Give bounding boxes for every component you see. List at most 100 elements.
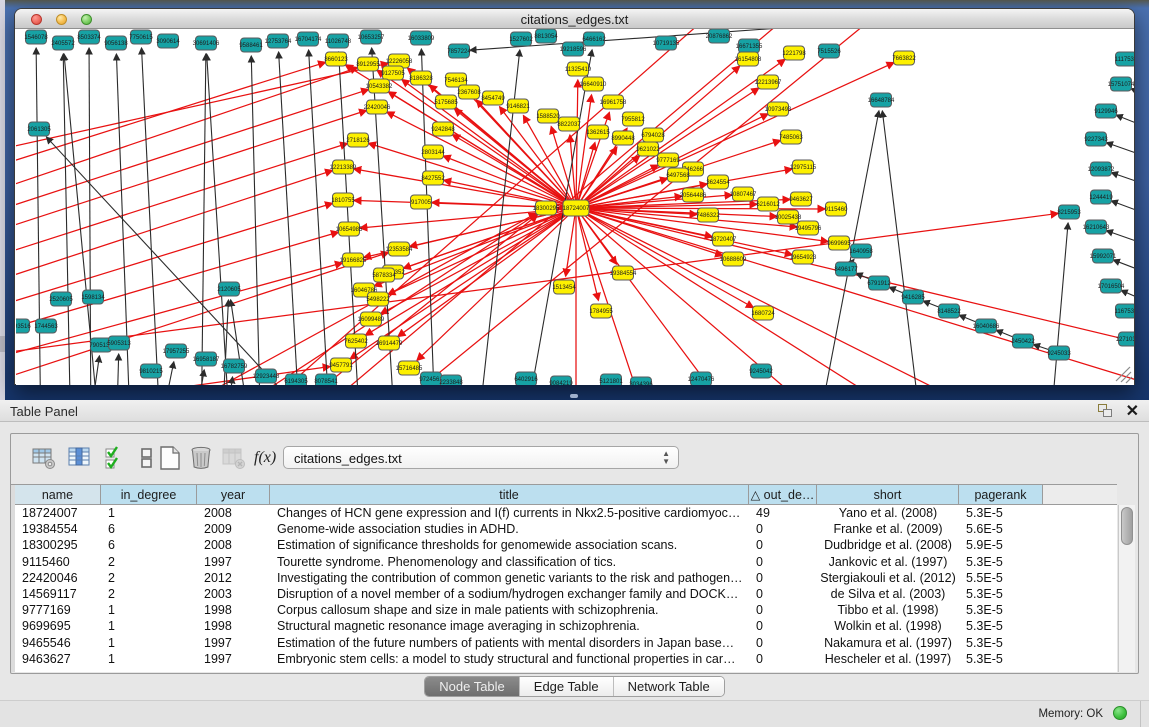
table-cell[interactable]: Tibbo et al. (1998) — [817, 602, 959, 618]
table-cell[interactable]: 19384554 — [15, 521, 101, 537]
graph-node[interactable]: 9242848 — [431, 122, 455, 136]
graph-edge[interactable] — [1131, 89, 1134, 109]
graph-node[interactable]: 9084219 — [549, 376, 573, 385]
table-cell[interactable]: 5.5E-5 — [959, 570, 1043, 586]
column-header[interactable]: title — [270, 485, 749, 504]
table-cell[interactable]: Nakamura et al. (1997) — [817, 635, 959, 651]
table-cell[interactable]: 5.9E-5 — [959, 537, 1043, 553]
table-cell[interactable]: 2009 — [197, 521, 270, 537]
table-cell[interactable]: 9115460 — [15, 554, 101, 570]
graph-node[interactable]: 12753764 — [265, 34, 292, 48]
show-column-icon[interactable] — [67, 445, 93, 471]
graph-node[interactable]: 12093872 — [1088, 162, 1115, 176]
window-titlebar[interactable]: citations_edges.txt — [15, 9, 1134, 29]
table-cell[interactable]: Tourette syndrome. Phenomenology and cla… — [270, 554, 749, 570]
column-header[interactable]: year — [197, 485, 270, 504]
table-cell[interactable]: Wolkin et al. (1998) — [817, 618, 959, 634]
graph-node[interactable]: 2233848 — [439, 375, 463, 385]
graph-node[interactable]: 1588520 — [536, 109, 560, 123]
close-panel-icon[interactable]: ✕ — [1126, 401, 1139, 421]
graph-node[interactable]: 1810755 — [331, 193, 355, 207]
table-cell[interactable]: Structural magnetic resonance image aver… — [270, 618, 749, 634]
graph-node[interactable]: 8215953 — [1057, 205, 1081, 219]
table-row[interactable]: 911546021997Tourette syndrome. Phenomeno… — [15, 554, 1117, 570]
graph-node[interactable]: 8454749 — [481, 91, 505, 105]
graph-node[interactable]: 7750615 — [129, 30, 153, 44]
table-panel-header[interactable]: Table Panel ✕ — [0, 400, 1149, 422]
graph-edge[interactable] — [452, 135, 569, 204]
graph-node[interactable]: 18300295 — [533, 201, 560, 215]
graph-node[interactable]: 1744563 — [34, 319, 58, 333]
graph-node[interactable]: 1221798 — [782, 46, 806, 60]
graph-node[interactable]: 7515526 — [817, 44, 841, 58]
graph-node[interactable]: 8660123 — [324, 52, 348, 66]
graph-node[interactable]: 8427552 — [421, 171, 445, 185]
table-row[interactable]: 1872400712008Changes of HCN gene express… — [15, 505, 1117, 521]
graph-node[interactable]: 1640958 — [849, 244, 873, 258]
graph-node[interactable]: 5121801 — [599, 374, 623, 385]
graph-node[interactable]: 1167531 — [1115, 304, 1134, 318]
graph-edge[interactable] — [578, 216, 599, 301]
table-cell[interactable]: 1 — [101, 618, 197, 634]
graph-node[interactable]: 19166825 — [340, 253, 367, 267]
graph-node[interactable]: 16704174 — [295, 32, 322, 46]
graph-node[interactable]: 917005 — [411, 195, 432, 209]
graph-node[interactable]: 10543382 — [366, 79, 393, 93]
table-cell[interactable]: Changes of HCN gene expression and I(f) … — [270, 505, 749, 521]
table-cell[interactable]: Dudbridge et al. (2008) — [817, 537, 959, 553]
graph-node[interactable]: 5878334 — [372, 268, 396, 282]
vertical-scrollbar[interactable] — [1118, 505, 1135, 672]
graph-node[interactable]: 8503374 — [77, 30, 101, 44]
graph-node[interactable]: 3034396 — [629, 377, 653, 385]
table-cell[interactable]: 2008 — [197, 505, 270, 521]
graph-node[interactable]: 1680724 — [751, 306, 775, 320]
graph-node[interactable]: 6194305 — [284, 374, 308, 385]
graph-node[interactable]: 8822037 — [557, 117, 581, 131]
graph-node[interactable]: 16961758 — [600, 95, 627, 109]
graph-node[interactable]: 3090614 — [156, 34, 180, 48]
table-cell[interactable]: Genome-wide association studies in ADHD. — [270, 521, 749, 537]
table-cell[interactable]: 22420046 — [15, 570, 101, 586]
graph-node[interactable]: 8078541 — [314, 374, 338, 385]
graph-node[interactable]: 7857224 — [447, 44, 471, 58]
table-row[interactable]: 1938455462009Genome-wide association stu… — [15, 521, 1117, 537]
table-cell[interactable]: 5.3E-5 — [959, 505, 1043, 521]
table-body[interactable]: 1872400712008Changes of HCN gene express… — [15, 505, 1117, 672]
graph-node[interactable]: 16040686 — [973, 319, 1000, 333]
graph-node[interactable]: 19218596 — [560, 42, 587, 56]
graph-node[interactable]: 1598134 — [81, 290, 105, 304]
graph-node[interactable]: 12213389 — [330, 160, 357, 174]
table-cell[interactable]: Investigating the contribution of common… — [270, 570, 749, 586]
graph-node[interactable]: 1244419 — [1089, 190, 1113, 204]
table-cell[interactable]: 2 — [101, 586, 197, 602]
table-cell[interactable]: 1 — [101, 635, 197, 651]
graph-edge[interactable] — [16, 62, 326, 179]
table-cell[interactable]: 0 — [749, 651, 817, 667]
graph-node[interactable]: 7625402 — [344, 334, 368, 348]
graph-node[interactable]: 16640910 — [580, 77, 607, 91]
select-columns-icon[interactable] — [103, 445, 129, 471]
graph-node[interactable]: 8912955 — [356, 57, 380, 71]
table-row[interactable]: 977716911998Corpus callosum shape and si… — [15, 602, 1117, 618]
table-row[interactable]: 946362711997Embryonic stem cells: a mode… — [15, 651, 1117, 667]
canvas-scroll-button[interactable] — [0, 336, 5, 352]
graph-node[interactable]: 20564486 — [680, 188, 707, 202]
graph-node[interactable]: 10807467 — [730, 187, 757, 201]
graph-edge[interactable] — [251, 56, 261, 385]
graph-node[interactable]: 18720407 — [710, 232, 737, 246]
table-cell[interactable]: 0 — [749, 635, 817, 651]
graph-node[interactable]: 8493516 — [16, 319, 31, 333]
table-cell[interactable]: Embryonic stem cells: a model to study s… — [270, 651, 749, 667]
graph-node[interactable]: 16671355 — [736, 39, 763, 53]
new-table-icon[interactable] — [157, 445, 183, 471]
graph-node[interactable]: 30691406 — [193, 36, 220, 50]
graph-node[interactable]: 7486322 — [696, 208, 720, 222]
graph-node[interactable]: 12353584 — [386, 242, 413, 256]
table-row[interactable]: 946554611997Estimation of the future num… — [15, 635, 1117, 651]
table-cell[interactable]: 2012 — [197, 570, 270, 586]
table-cell[interactable]: 6 — [101, 521, 197, 537]
graph-node[interactable]: 8496177 — [834, 262, 858, 276]
table-cell[interactable]: 0 — [749, 554, 817, 570]
table-cell[interactable]: Estimation of significance thresholds fo… — [270, 537, 749, 553]
scrollbar-thumb[interactable] — [1121, 507, 1133, 545]
